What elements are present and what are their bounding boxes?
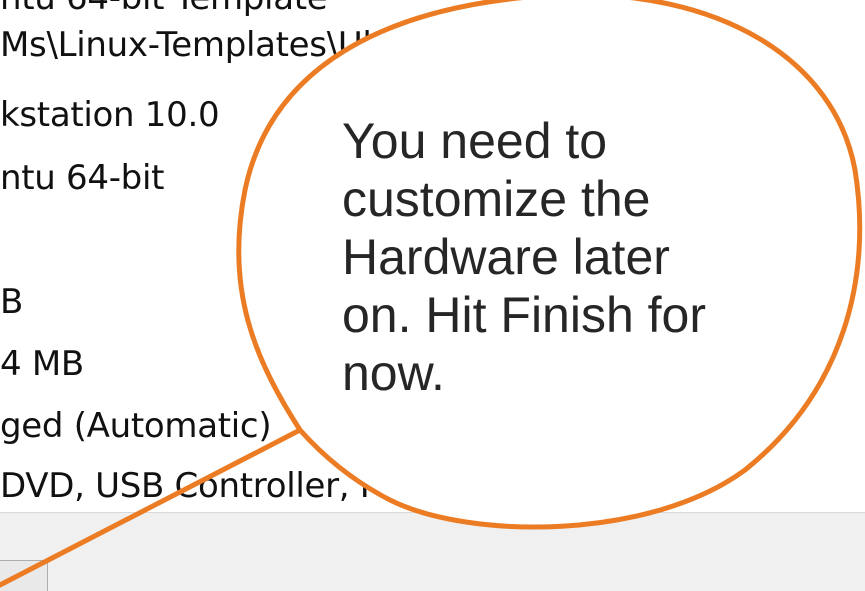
summary-row-memory: 4 MB — [0, 344, 84, 384]
wizard-summary-screen: ntu 64-bit Template Ms\Linux-Templates\U… — [0, 0, 865, 591]
back-button[interactable] — [0, 560, 48, 591]
wizard-footer — [0, 512, 865, 591]
callout-text: You need to customize the Hardware later… — [342, 113, 707, 401]
summary-row-other-devices: DVD, USB Controller, Printer, Sound Card — [0, 466, 687, 506]
summary-row-os: ntu 64-bit — [0, 158, 165, 198]
summary-row-network: ged (Automatic) — [0, 406, 272, 446]
summary-row-location: Ms\Linux-Templates\Ubuntu 64-bit Templat… — [0, 25, 733, 65]
summary-row-version: kstation 10.0 — [0, 95, 220, 135]
summary-row-name: ntu 64-bit Template — [0, 0, 328, 18]
summary-row-hard-disk: B — [0, 282, 24, 322]
